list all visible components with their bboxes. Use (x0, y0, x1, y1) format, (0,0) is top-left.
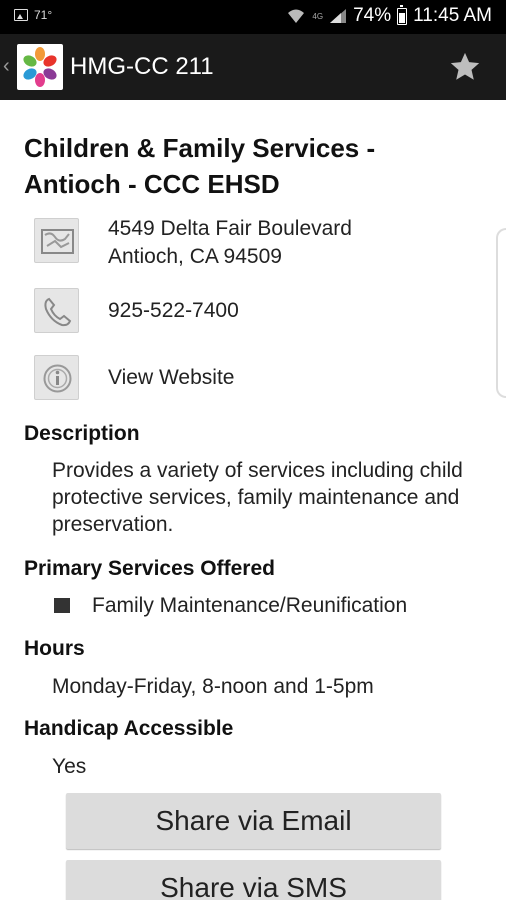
address-row[interactable]: 4549 Delta Fair Boulevard Antioch, CA 94… (34, 217, 474, 278)
website-row[interactable]: View Website (34, 355, 474, 401)
map-icon[interactable] (34, 218, 79, 263)
address-line-1: 4549 Delta Fair Boulevard (108, 217, 352, 240)
temperature-text: 71° (34, 8, 53, 22)
clock: 11:45 AM (413, 5, 492, 26)
app-bar: ‹ HMG-CC 211 (0, 34, 506, 100)
description-text: Provides a variety of services including… (52, 459, 463, 536)
service-item: Family Maintenance/Reunification (92, 594, 408, 617)
description-heading: Description (24, 422, 140, 445)
wifi-icon (288, 9, 305, 23)
phone-row[interactable]: 925-522-7400 (34, 288, 474, 334)
share-sms-button[interactable]: Share via SMS (66, 860, 441, 900)
view-website-link[interactable]: View Website (108, 364, 234, 392)
image-icon (14, 9, 28, 21)
scroll-edge-indicator (496, 228, 506, 398)
phone-icon[interactable] (34, 288, 79, 333)
star-icon[interactable] (448, 50, 482, 84)
address-line-2: Antioch, CA 94509 (108, 245, 282, 268)
accessible-heading: Handicap Accessible (24, 717, 234, 740)
app-title: HMG-CC 211 (70, 53, 214, 80)
accessible-text: Yes (52, 755, 87, 778)
bullet-square-icon (54, 598, 70, 613)
page-title: Children & Family Services - Antioch - C… (24, 133, 376, 199)
info-icon[interactable] (34, 355, 79, 400)
status-bar: 71° 4G 74% 11:45 AM (0, 0, 506, 34)
signal-icon (330, 9, 347, 23)
phone-number[interactable]: 925-522-7400 (108, 297, 239, 325)
app-logo-icon[interactable] (17, 44, 63, 90)
share-email-button[interactable]: Share via Email (66, 793, 441, 849)
hours-heading: Hours (24, 637, 85, 660)
back-chevron-icon[interactable]: ‹ (3, 56, 10, 76)
listing-detail: Children & Family Services - Antioch - C… (0, 100, 506, 900)
battery-icon (397, 4, 408, 25)
network-type: 4G (312, 11, 324, 21)
battery-percent: 74% (353, 5, 392, 26)
services-heading: Primary Services Offered (24, 557, 275, 580)
hours-text: Monday-Friday, 8-noon and 1-5pm (52, 675, 374, 698)
